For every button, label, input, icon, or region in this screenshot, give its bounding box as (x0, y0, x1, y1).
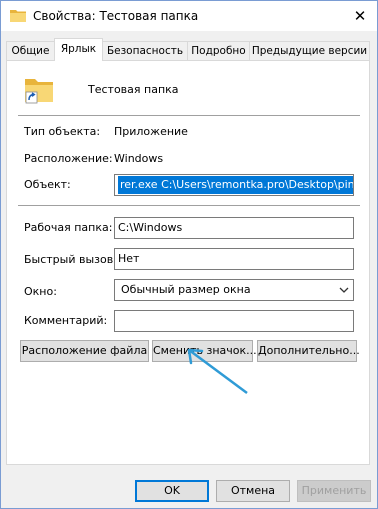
type-label: Тип объекта: (24, 125, 101, 138)
chevron-down-icon (339, 287, 349, 293)
tab-previous-versions[interactable]: Предыдущие версии (249, 41, 370, 60)
location-label: Расположение: (24, 152, 113, 165)
workdir-field[interactable]: C:\Windows (114, 217, 354, 239)
shortcut-tab-panel: Тестовая папка Тип объекта: Приложение Р… (6, 60, 370, 465)
hotkey-label: Быстрый вызов: (24, 253, 117, 266)
window-state-select[interactable]: Обычный размер окна (114, 279, 354, 301)
hotkey-field[interactable]: Нет (114, 248, 354, 270)
location-value: Windows (114, 152, 164, 165)
shortcut-name: Тестовая папка (88, 83, 179, 96)
window-title: Свойства: Тестовая папка (33, 9, 199, 23)
target-value: rer.exe C:\Users\remontka.pro\Desktop\pi… (118, 176, 353, 194)
tab-shortcut[interactable]: Ярлык (54, 38, 103, 61)
separator (18, 205, 360, 206)
window-state-label: Окно: (24, 285, 57, 298)
title-bar[interactable]: Свойства: Тестовая папка ✕ (1, 1, 377, 31)
target-field[interactable]: rer.exe C:\Users\remontka.pro\Desktop\pi… (114, 174, 354, 196)
advanced-button[interactable]: Дополнительно... (257, 340, 360, 362)
close-icon[interactable]: ✕ (349, 5, 371, 27)
folder-shortcut-icon (25, 79, 53, 104)
tab-security[interactable]: Безопасность (102, 41, 188, 60)
target-label: Объект: (24, 178, 71, 191)
folder-icon (10, 10, 26, 22)
separator (18, 115, 360, 116)
workdir-label: Рабочая папка: (24, 221, 113, 234)
properties-dialog: Свойства: Тестовая папка ✕ Общие Ярлык Б… (0, 0, 378, 509)
comment-field[interactable] (114, 310, 354, 332)
comment-label: Комментарий: (24, 314, 108, 327)
file-location-button[interactable]: Расположение файла (20, 340, 149, 362)
cancel-button[interactable]: Отмена (216, 480, 290, 502)
window-state-value: Обычный размер окна (121, 283, 251, 296)
tab-general[interactable]: Общие (6, 41, 55, 60)
tab-details[interactable]: Подробно (187, 41, 250, 60)
ok-button[interactable]: OK (135, 480, 209, 502)
annotation-arrow (187, 348, 248, 395)
apply-button[interactable]: Применить (297, 480, 371, 502)
type-value: Приложение (114, 125, 188, 138)
